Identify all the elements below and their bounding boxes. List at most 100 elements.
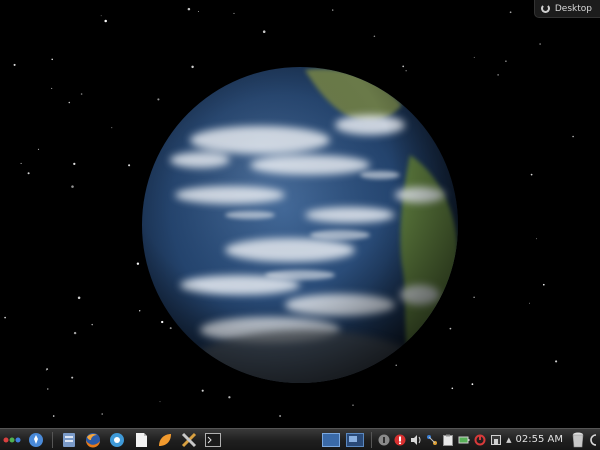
panel-separator [52, 431, 53, 448]
star [497, 74, 499, 76]
tray-wifi[interactable] [425, 433, 439, 447]
firefox-launcher[interactable] [83, 430, 103, 450]
tray-update-notifier[interactable] [393, 433, 407, 447]
desktop-pager-icon [322, 432, 341, 447]
help-browser-launcher[interactable] [107, 430, 127, 450]
star [473, 296, 475, 298]
earth-globe [142, 67, 458, 383]
desktop-toolbox-label: Desktop [554, 3, 592, 14]
star [332, 9, 334, 11]
star [529, 302, 530, 304]
star [233, 12, 235, 14]
star [352, 404, 354, 406]
star [536, 238, 537, 240]
star [542, 283, 545, 286]
star [27, 172, 30, 175]
update-notifier-icon [394, 434, 406, 445]
application-launcher-button[interactable] [2, 430, 22, 450]
star [101, 413, 103, 415]
software-center-icon [29, 432, 43, 447]
star [473, 56, 475, 58]
desktop-pager-icon [346, 432, 365, 447]
star [555, 360, 558, 363]
network-icon [378, 434, 390, 445]
desktop-background[interactable]: Desktop ▲ 02:55 AM [0, 0, 600, 450]
trash-button[interactable] [570, 431, 586, 449]
star [71, 185, 74, 188]
help-browser-icon [110, 432, 124, 447]
settings-tools-icon [181, 432, 197, 447]
star [4, 316, 6, 319]
star [509, 11, 512, 14]
application-launcher-icon [3, 437, 21, 442]
star [197, 11, 199, 13]
desktop-toolbox-button[interactable]: Desktop [533, 0, 600, 18]
virtual-desktop-2[interactable] [345, 430, 365, 450]
star [451, 387, 454, 390]
star [373, 35, 376, 38]
file-manager-launcher[interactable] [59, 430, 79, 450]
star [505, 60, 507, 63]
star [159, 401, 161, 403]
device-icon [491, 434, 502, 445]
terminal-launcher[interactable] [203, 430, 223, 450]
tray-clipboard[interactable] [441, 433, 455, 447]
volume-icon [411, 434, 421, 445]
battery-icon [458, 436, 470, 443]
star [13, 63, 16, 66]
tray-network[interactable] [377, 433, 391, 447]
star [45, 369, 47, 371]
trash-icon [572, 432, 584, 447]
software-center-launcher[interactable] [26, 430, 46, 450]
tray-volume[interactable] [409, 433, 423, 447]
tray-device[interactable] [489, 433, 503, 447]
show-hidden-icons-arrow-icon[interactable]: ▲ [506, 436, 511, 444]
star [37, 148, 40, 151]
star [71, 376, 74, 379]
star [279, 415, 282, 417]
star [539, 43, 541, 45]
star [91, 323, 93, 326]
tray-battery[interactable] [457, 433, 471, 447]
star [47, 388, 49, 390]
star [51, 58, 53, 61]
star [20, 162, 22, 164]
file-manager-icon [63, 432, 75, 447]
panel-toolbox-button[interactable] [588, 433, 598, 447]
star [262, 30, 266, 33]
star [80, 93, 83, 95]
cashew-icon [540, 4, 550, 13]
star [187, 7, 191, 11]
star [228, 396, 231, 399]
text-editor-launcher[interactable] [131, 430, 151, 450]
star [73, 331, 77, 335]
star [136, 262, 140, 265]
panel-clock[interactable]: 02:55 AM [516, 434, 563, 445]
virtual-desktop-1[interactable] [321, 430, 341, 450]
star [73, 162, 76, 166]
star [111, 127, 113, 129]
panel-separator [371, 431, 373, 448]
star [68, 101, 71, 104]
star [471, 383, 474, 386]
star [128, 164, 131, 167]
star [104, 19, 107, 23]
orange-app-icon [159, 433, 171, 446]
power-icon [474, 434, 486, 445]
terminal-icon [205, 432, 221, 447]
star [201, 389, 204, 392]
taskbar-panel: ▲ 02:55 AM [0, 428, 600, 450]
settings-tools-launcher[interactable] [179, 430, 199, 450]
wifi-icon [427, 434, 438, 445]
star [100, 15, 102, 17]
star [52, 415, 55, 417]
star [77, 296, 81, 300]
star [51, 87, 53, 89]
panel-toolbox-icon [590, 433, 597, 446]
star [572, 135, 574, 138]
star [530, 173, 533, 176]
clipboard-icon [443, 434, 454, 446]
orange-app-launcher[interactable] [155, 430, 175, 450]
tray-power[interactable] [473, 433, 487, 447]
firefox-icon [85, 432, 100, 448]
